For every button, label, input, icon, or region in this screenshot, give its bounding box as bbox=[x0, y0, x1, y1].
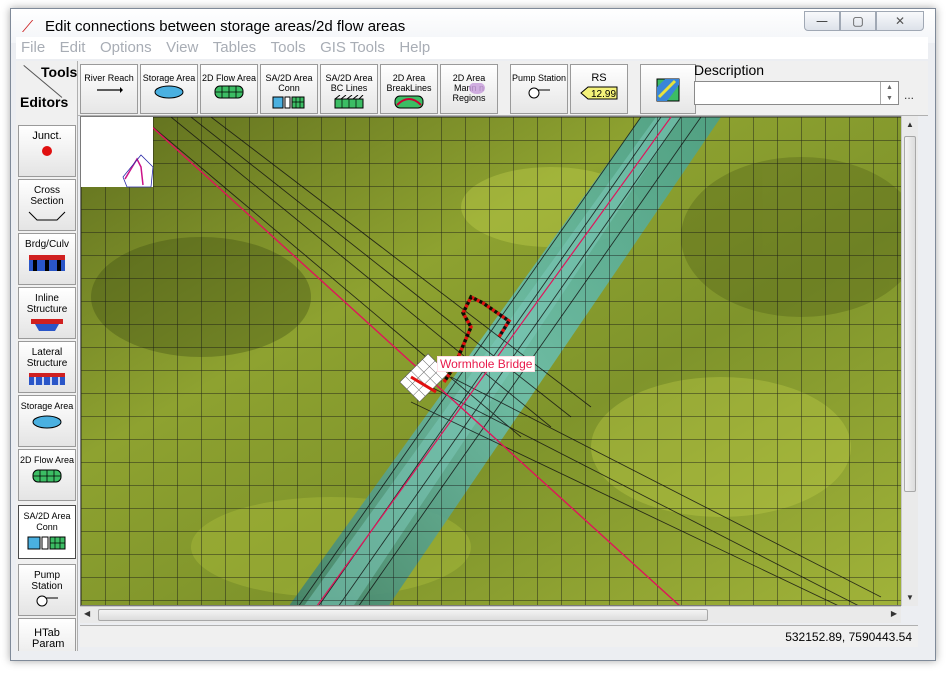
river-reach-button[interactable]: River Reach bbox=[80, 64, 138, 114]
close-button[interactable]: ✕ bbox=[876, 11, 924, 31]
menu-bar: File Edit Options View Tables Tools GIS … bbox=[16, 37, 928, 59]
editor-htab-param-button[interactable]: HTab Param bbox=[18, 618, 76, 651]
rs-tag-icon: 12.99 bbox=[580, 86, 618, 100]
editor-2d-flow-area-button[interactable]: 2D Flow Area bbox=[18, 449, 76, 501]
description-more-button[interactable]: ... bbox=[904, 88, 914, 102]
tools-editors-header: Tools Editors bbox=[16, 61, 78, 116]
menu-tools[interactable]: Tools bbox=[266, 37, 311, 58]
rs-tool-button[interactable]: RS 12.99 bbox=[570, 64, 628, 114]
breaklines-tool-label: 2D Area BreakLines bbox=[386, 73, 432, 93]
editor-lateral-structure-button[interactable]: Lateral Structure bbox=[18, 341, 76, 393]
menu-file[interactable]: File bbox=[16, 37, 50, 58]
arrow-right-icon bbox=[97, 87, 123, 93]
wormhole-bridge-label[interactable]: Wormhole Bridge bbox=[437, 356, 536, 372]
coordinate-readout: 532152.89, 7590443.54 bbox=[785, 630, 912, 644]
description-spinner[interactable]: ▲ ▼ bbox=[880, 82, 898, 104]
menu-tables[interactable]: Tables bbox=[208, 37, 261, 58]
bc-lines-tool-label: SA/2D Area BC Lines bbox=[325, 73, 373, 93]
bc-lines-icon bbox=[334, 95, 364, 109]
editors-sidebar: Junct. Cross Section Brdg/Culv Inline St… bbox=[16, 116, 78, 651]
pump-station-tool-label: Pump Station bbox=[511, 73, 567, 83]
inline-structure-icon bbox=[31, 319, 63, 331]
bc-lines-tool-button[interactable]: SA/2D Area BC Lines bbox=[320, 64, 378, 114]
editors-label: Editors bbox=[20, 94, 69, 110]
storage-area-icon bbox=[32, 415, 62, 429]
scroll-down-arrow[interactable]: ▼ bbox=[906, 593, 914, 602]
window-title: Edit connections between storage areas/2… bbox=[45, 18, 406, 35]
editor-sa-2d-conn-button[interactable]: SA/2D Area Conn bbox=[18, 505, 76, 559]
storage-area-icon bbox=[154, 85, 184, 99]
minimize-button[interactable]: — bbox=[804, 11, 840, 31]
editor-inline-structure-button[interactable]: Inline Structure bbox=[18, 287, 76, 339]
editor-pump-station-button[interactable]: Pump Station bbox=[18, 564, 76, 616]
menu-view[interactable]: View bbox=[161, 37, 203, 58]
menu-help[interactable]: Help bbox=[394, 37, 435, 58]
vertical-scroll-thumb[interactable] bbox=[904, 136, 916, 492]
sa-conn-icon bbox=[272, 96, 305, 109]
menu-gis-tools[interactable]: GIS Tools bbox=[315, 37, 390, 58]
maximize-button[interactable]: ▢ bbox=[840, 11, 876, 31]
storage-area-tool-button[interactable]: Storage Area bbox=[140, 64, 198, 114]
sa-2d-conn-tool-button[interactable]: SA/2D Area Conn bbox=[260, 64, 318, 114]
editor-lateral-structure-label: Lateral Structure bbox=[26, 347, 68, 369]
river-reach-label: River Reach bbox=[84, 73, 134, 83]
menu-options[interactable]: Options bbox=[95, 37, 157, 58]
flow-area-grid-icon bbox=[32, 469, 62, 483]
editor-sa-2d-conn-label: SA/2D Area Conn bbox=[23, 511, 71, 532]
map-view[interactable]: Wormhole Bridge bbox=[80, 116, 918, 606]
breaklines-tool-button[interactable]: 2D Area BreakLines bbox=[380, 64, 438, 114]
vertical-scrollbar[interactable]: ▲ ▼ bbox=[901, 116, 918, 606]
tools-label: Tools bbox=[41, 64, 78, 80]
menu-edit[interactable]: Edit bbox=[55, 37, 91, 58]
editor-junction-button[interactable]: Junct. bbox=[18, 125, 76, 177]
horizontal-scroll-thumb[interactable] bbox=[98, 609, 708, 621]
editor-storage-area-label: Storage Area bbox=[20, 401, 74, 411]
2d-flow-area-tool-label: 2D Flow Area bbox=[201, 73, 257, 83]
map-layers-tool-button[interactable] bbox=[640, 64, 696, 114]
pump-icon bbox=[528, 87, 550, 99]
editor-junction-label: Junct. bbox=[32, 130, 62, 142]
scroll-up-arrow[interactable]: ▲ bbox=[906, 120, 914, 129]
sa-conn-icon bbox=[27, 536, 66, 550]
mannings-regions-tool-button[interactable]: 2D Area Mann n Regions bbox=[440, 64, 498, 114]
scroll-left-arrow[interactable]: ◀ bbox=[84, 609, 90, 618]
bridge-icon bbox=[29, 255, 65, 271]
breaklines-icon bbox=[394, 95, 424, 109]
flow-area-grid-icon bbox=[214, 85, 244, 99]
editor-htab-param-label: HTab Param bbox=[32, 627, 65, 650]
rs-tag-value: 12.99 bbox=[591, 89, 616, 100]
description-input[interactable] bbox=[694, 81, 899, 105]
pump-icon bbox=[36, 595, 58, 607]
editor-inline-structure-label: Inline Structure bbox=[26, 293, 68, 315]
status-bar: 532152.89, 7590443.54 bbox=[80, 625, 918, 647]
lateral-structure-icon bbox=[29, 373, 65, 385]
map-layers-icon bbox=[656, 78, 680, 102]
rs-tool-label: RS bbox=[591, 72, 607, 84]
editor-2d-flow-area-label: 2D Flow Area bbox=[19, 455, 75, 465]
sa-2d-conn-tool-label: SA/2D Area Conn bbox=[265, 73, 313, 93]
editor-cross-section-button[interactable]: Cross Section bbox=[18, 179, 76, 231]
horizontal-scrollbar[interactable]: ◀ ▶ bbox=[80, 606, 901, 623]
editor-pump-station-label: Pump Station bbox=[31, 570, 63, 592]
pump-station-tool-button[interactable]: Pump Station bbox=[510, 64, 568, 114]
cross-section-icon bbox=[28, 211, 66, 221]
junction-dot-icon bbox=[42, 146, 52, 156]
editor-bridge-culvert-label: Brdg/Culv bbox=[25, 239, 69, 250]
scroll-right-arrow[interactable]: ▶ bbox=[891, 609, 897, 618]
editor-cross-section-label: Cross Section bbox=[30, 185, 64, 207]
editor-bridge-culvert-button[interactable]: Brdg/Culv bbox=[18, 233, 76, 285]
editor-storage-area-button[interactable]: Storage Area bbox=[18, 395, 76, 447]
2d-flow-area-tool-button[interactable]: 2D Flow Area bbox=[200, 64, 258, 114]
description-label: Description bbox=[694, 62, 765, 78]
storage-area-tool-label: Storage Area bbox=[142, 73, 196, 83]
hec-ras-app-icon: ⟋ bbox=[22, 17, 34, 36]
